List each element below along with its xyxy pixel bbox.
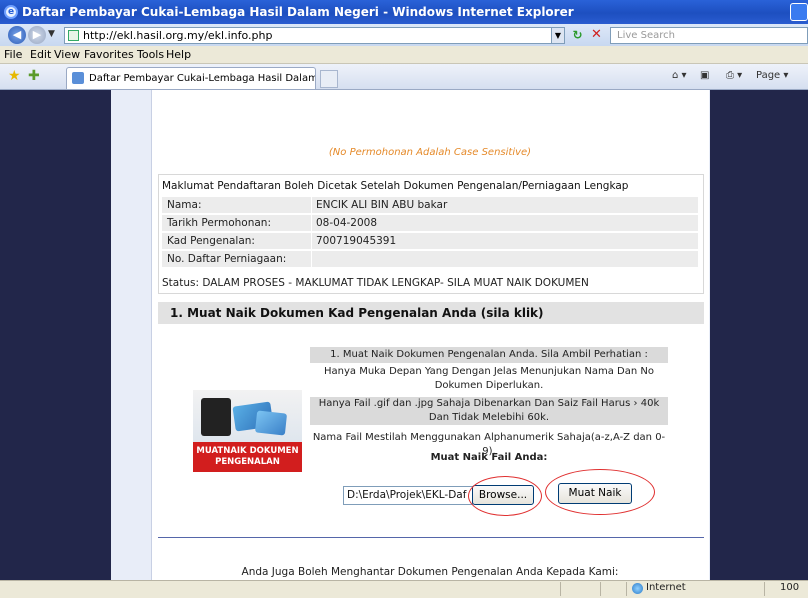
case-sensitive-note: (No Permohonan Adalah Case Sensitive) [328,147,532,158]
chevron-down-icon[interactable]: ▼ [48,29,55,39]
window-title: Daftar Pembayar Cukai-Lembaga Hasil Dala… [0,0,808,24]
id-card-icon [254,410,288,436]
tab-icon [72,72,84,84]
stop-icon[interactable]: ✕ [588,27,605,44]
ie-icon: e [4,5,18,19]
forward-button[interactable]: ▶ [28,26,46,44]
add-favorite-icon[interactable]: ✚ [28,68,40,84]
home-icon[interactable]: ⌂ ▾ [672,70,687,81]
section-title-link[interactable]: 1. Muat Naik Dokumen Kad Pengenalan Anda… [170,306,544,320]
field-label-tarikh: Tarikh Permohonan: [167,217,271,229]
print-icon[interactable]: ⎙ ▾ [726,70,742,81]
info-header: Maklumat Pendaftaran Boleh Dicetak Setel… [162,180,629,192]
instructions-heading: 1. Muat Naik Dokumen Pengenalan Anda. Si… [310,347,668,363]
instruction-line-1: Hanya Muka Depan Yang Dengan Jelas Menun… [323,366,654,391]
field-value-nama: ENCIK ALI BIN ABU bakar [316,199,448,211]
menu-edit[interactable]: Edit [30,48,51,61]
page-menu[interactable]: Page ▾ [756,70,788,81]
menu-favorites[interactable]: Favorites [84,48,134,61]
menu-view[interactable]: View [54,48,80,61]
field-value-tarikh: 08-04-2008 [316,217,378,229]
tab-current[interactable]: Daftar Pembayar Cukai-Lembaga Hasil Dala… [66,67,316,89]
url-input[interactable]: http://ekl.hasil.org.my/ekl.info.php [64,27,552,44]
refresh-icon[interactable]: ↻ [569,27,586,44]
status-text: Status: DALAM PROSES - MAKLUMAT TIDAK LE… [162,277,589,289]
page-menu-label: Page [756,70,781,81]
url-dropdown-button[interactable]: ▼ [551,27,565,44]
globe-icon [632,583,643,594]
divider [600,582,601,596]
annotation-circle [545,469,655,515]
divider [626,582,627,596]
security-zone: Internet [646,582,686,593]
divider [311,215,312,232]
annotation-circle [468,476,542,516]
alternate-submission-text: Anda Juga Boleh Menghantar Dokumen Penge… [241,566,619,578]
image-caption: MUATNAIK DOKUMEN PENGENALAN [196,446,299,467]
menu-tools[interactable]: Tools [137,48,164,61]
divider [158,537,704,538]
file-path-input[interactable]: D:\Erda\Projek\EKL-Daf [343,486,473,505]
divider [311,251,312,268]
divider [311,233,312,250]
search-input[interactable]: Live Search [610,27,808,44]
field-value-kad: 700719045391 [316,235,397,247]
field-label-kad: Kad Pengenalan: [167,235,255,247]
menu-file[interactable]: File [4,48,22,61]
field-label-nama: Nama: [167,199,202,211]
file-label: Muat Naik Fail Anda: [430,452,548,463]
phone-icon [201,398,231,436]
back-button[interactable]: ◀ [8,26,26,44]
instruction-line-2: Hanya Fail .gif dan .jpg Sahaja Dibenark… [310,397,668,425]
divider [764,582,765,596]
divider [311,197,312,214]
minimize-button[interactable] [790,3,808,21]
field-label-daftar: No. Daftar Perniagaan: [167,253,287,265]
feeds-icon[interactable]: ▣ [700,70,709,81]
new-tab-button[interactable] [320,70,338,88]
page-icon [68,30,79,41]
divider [560,582,561,596]
status-bar [0,580,808,598]
zoom-level[interactable]: 100 [780,582,799,593]
favorites-star-icon[interactable]: ★ [8,68,21,84]
menu-help[interactable]: Help [166,48,191,61]
